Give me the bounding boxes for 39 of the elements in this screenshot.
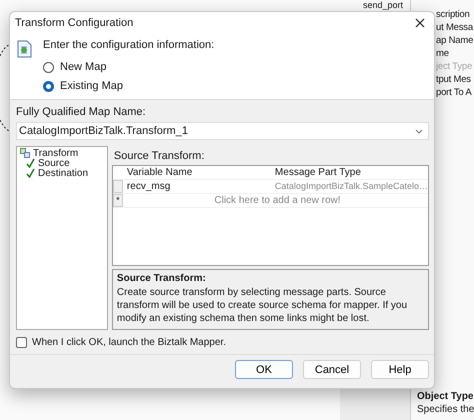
radio-label[interactable]: New Map — [60, 61, 106, 74]
description-title: Source Transform: — [116, 273, 207, 285]
property-name[interactable]: port To A — [436, 86, 474, 99]
dialog-button[interactable]: Help — [371, 360, 429, 379]
radio-button[interactable] — [43, 81, 54, 92]
property-name[interactable]: me — [436, 47, 474, 60]
radio-label[interactable]: Existing Map — [60, 80, 123, 93]
document-icon — [17, 40, 32, 58]
window-title: Transform Configuration — [15, 17, 134, 29]
add-row-link[interactable]: Click here to add a new row! — [122, 194, 428, 207]
tree-item[interactable]: Source — [38, 158, 70, 168]
section-label: Source Transform: — [112, 149, 206, 164]
field-label: Fully Qualified Map Name: — [16, 106, 147, 119]
dialog-button[interactable]: Cancel — [303, 360, 361, 379]
column-header[interactable]: Message Part Type — [270, 166, 428, 179]
property-name[interactable]: ap Name — [436, 34, 474, 47]
prompt-text: Enter the configuration information: — [43, 38, 214, 52]
dialog-button[interactable]: OK — [235, 360, 293, 379]
checkbox-label[interactable]: When I click OK, launch the Biztalk Mapper. — [32, 337, 226, 348]
radio-button[interactable] — [43, 62, 54, 73]
property-title: Object Type — [417, 390, 474, 403]
property-name[interactable]: scription — [436, 8, 474, 21]
description-text: Create source transform by selecting message parts. Source transform will be used to create source schema for mapper. If you modify an existing schema then some links might be lost. — [116, 286, 408, 325]
table-cell[interactable]: recv_msg — [122, 180, 271, 193]
tree-item[interactable]: Transform — [33, 148, 78, 158]
close-icon — [415, 18, 425, 28]
tree-item[interactable]: Destination — [38, 168, 88, 178]
property-description: Specifies the — [417, 403, 474, 416]
map-name-dropdown[interactable]: CatalogImportBizTalk.Transform_1 — [16, 122, 429, 140]
shape-label: send_port — [363, 0, 404, 10]
property-name[interactable]: ut Messa — [436, 21, 474, 34]
connector-line — [0, 118, 9, 132]
chevron-icon — [415, 128, 423, 134]
checkbox[interactable] — [16, 337, 27, 348]
transform-icon — [20, 148, 30, 158]
row-header[interactable]: * — [112, 194, 123, 207]
connector-line — [0, 44, 9, 58]
property-name[interactable]: tput Mes — [436, 73, 474, 86]
column-header[interactable]: Variable Name — [122, 166, 271, 179]
